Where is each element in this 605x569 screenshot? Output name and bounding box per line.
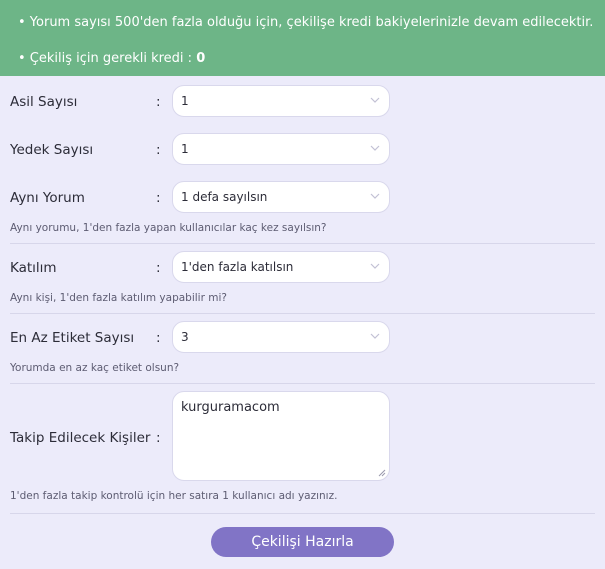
chevron-down-icon: [370, 97, 380, 103]
label-yedek: Yedek Sayısı: [10, 142, 94, 158]
hint-katilim: Aynı kişi, 1'den fazla katılım yapabilir…: [10, 292, 227, 304]
colon-etiket: :: [156, 330, 161, 346]
alert-credit-value: 0: [196, 51, 206, 66]
divider: [10, 513, 595, 514]
hint-etiket: Yorumda en az kaç etiket olsun?: [10, 362, 180, 374]
colon-ayni-yorum: :: [156, 190, 161, 206]
select-ayni-yorum[interactable]: 1 defa sayılsın: [172, 181, 390, 213]
divider: [10, 313, 595, 314]
divider: [10, 383, 595, 384]
alert-credit-label: • Çekiliş için gerekli kredi :: [18, 51, 197, 66]
label-katilim: Katılım: [10, 260, 57, 276]
credit-alert: • Yorum sayısı 500'den fazla olduğu için…: [0, 0, 605, 76]
select-yedek[interactable]: 1: [172, 133, 390, 165]
select-katilim-value: 1'den fazla katılsın: [181, 260, 294, 274]
colon-asil: :: [156, 94, 161, 110]
colon-katilim: :: [156, 260, 161, 276]
chevron-down-icon: [370, 145, 380, 151]
select-ayni-yorum-value: 1 defa sayılsın: [181, 190, 268, 204]
colon-yedek: :: [156, 142, 161, 158]
prepare-draw-button[interactable]: Çekilişi Hazırla: [211, 527, 394, 557]
label-asil: Asil Sayısı: [10, 94, 78, 110]
chevron-down-icon: [370, 193, 380, 199]
select-katilim[interactable]: 1'den fazla katılsın: [172, 251, 390, 283]
select-yedek-value: 1: [181, 142, 189, 156]
takip-textarea[interactable]: kurguramacom: [172, 391, 390, 481]
hint-takip: 1'den fazla takip kontrolü için her satı…: [10, 490, 338, 502]
select-asil-value: 1: [181, 94, 189, 108]
colon-takip: :: [156, 430, 161, 446]
chevron-down-icon: [370, 333, 380, 339]
hint-ayni-yorum: Aynı yorumu, 1'den fazla yapan kullanıcı…: [10, 222, 327, 234]
alert-line-comment-count: • Yorum sayısı 500'den fazla olduğu için…: [18, 15, 594, 30]
label-takip: Takip Edilecek Kişiler: [10, 430, 151, 446]
label-etiket: En Az Etiket Sayısı: [10, 330, 135, 346]
alert-line-required-credit: • Çekiliş için gerekli kredi : 0: [18, 51, 205, 66]
chevron-down-icon: [370, 263, 380, 269]
select-asil[interactable]: 1: [172, 85, 390, 117]
divider: [10, 243, 595, 244]
select-etiket-value: 3: [181, 330, 189, 344]
takip-textarea-value: kurguramacom: [181, 400, 280, 415]
select-etiket[interactable]: 3: [172, 321, 390, 353]
label-ayni-yorum: Aynı Yorum: [10, 190, 85, 206]
resize-grip-icon[interactable]: [378, 469, 386, 477]
